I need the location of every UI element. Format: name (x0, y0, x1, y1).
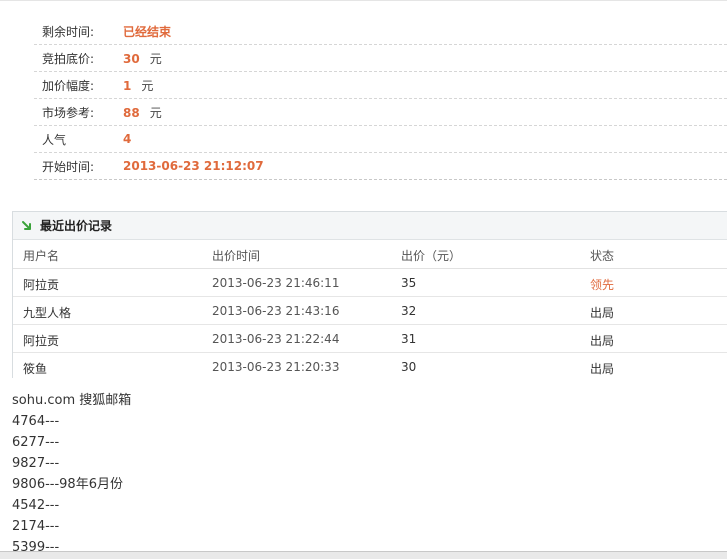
note-line: 6277--- (12, 435, 60, 450)
note-line: sohu.com 搜狐邮箱 (12, 393, 132, 408)
row-status: 出局 (590, 334, 615, 348)
row-price: 35 (401, 276, 417, 290)
info-row-remaining: 剩余时间: 已经结束 (34, 18, 727, 45)
row-time: 2013-06-23 21:46:11 (212, 276, 340, 290)
auction-info: 剩余时间: 已经结束 竞拍底价: 30 元 加价幅度: 1元 市场参考: 88 元 … (34, 18, 727, 180)
arrow-down-right-icon (21, 220, 33, 232)
bid-record-panel: 最近出价记录 用户名 出价时间 出价（元） 状态 阿拉贡 2013-06-23 … (12, 211, 727, 380)
top-divider (0, 0, 727, 1)
row-status: 出局 (590, 306, 615, 320)
info-label: 竞拍底价: (42, 51, 95, 66)
info-label: 加价幅度: (42, 78, 95, 93)
note-line: 4764--- (12, 414, 60, 429)
info-row-start-time: 开始时间: 2013-06-23 21:12:07 (34, 153, 727, 180)
row-user: 阿拉贡 (23, 278, 60, 292)
bid-record-title: 最近出价记录 (40, 219, 113, 233)
note-line: 9806---98年6月份 (12, 477, 123, 492)
info-unit: 元 (149, 105, 162, 120)
info-unit: 元 (149, 51, 162, 66)
row-user: 阿拉贡 (23, 334, 60, 348)
info-row-increment: 加价幅度: 1元 (34, 72, 727, 99)
table-row: 九型人格 2013-06-23 21:43:16 32 出局 (13, 297, 727, 325)
info-label: 开始时间: (42, 159, 95, 174)
row-price: 30 (401, 360, 417, 374)
info-value: 4 (123, 132, 132, 146)
info-row-popularity: 人气 4 (34, 126, 727, 153)
info-row-market-ref: 市场参考: 88 元 (34, 99, 727, 126)
info-label: 剩余时间: (42, 24, 95, 39)
info-label: 市场参考: (42, 105, 95, 120)
note-line: 9827--- (12, 456, 60, 471)
table-row: 阿拉贡 2013-06-23 21:22:44 31 出局 (13, 325, 727, 353)
row-time: 2013-06-23 21:22:44 (212, 332, 340, 346)
row-status: 出局 (590, 362, 615, 376)
info-value: 2013-06-23 21:12:07 (123, 159, 264, 173)
notes-block: sohu.com 搜狐邮箱 4764--- 6277--- 9827--- 98… (12, 390, 712, 558)
row-user: 九型人格 (23, 306, 72, 320)
row-status: 领先 (590, 278, 615, 292)
table-row: 筱鱼 2013-06-23 21:20:33 30 出局 (13, 353, 727, 380)
note-line: 4542--- (12, 498, 60, 513)
table-row: 阿拉贡 2013-06-23 21:46:11 35 领先 (13, 269, 727, 297)
column-header-time: 出价时间 (212, 249, 261, 263)
table-header: 用户名 出价时间 出价（元） 状态 (13, 240, 727, 269)
info-value: 30 元 (123, 51, 162, 66)
column-header-status: 状态 (590, 249, 615, 263)
info-value: 88 元 (123, 105, 162, 120)
bid-record-header: 最近出价记录 (13, 212, 727, 240)
info-value: 1元 (123, 78, 154, 93)
row-price: 32 (401, 304, 417, 318)
column-header-user: 用户名 (23, 249, 60, 263)
column-header-price: 出价（元） (401, 249, 462, 263)
info-label: 人气 (42, 132, 67, 147)
row-time: 2013-06-23 21:20:33 (212, 360, 340, 374)
info-unit: 元 (141, 78, 154, 93)
info-value: 已经结束 (123, 24, 172, 39)
row-time: 2013-06-23 21:43:16 (212, 304, 340, 318)
row-user: 筱鱼 (23, 362, 48, 376)
info-row-base-price: 竞拍底价: 30 元 (34, 45, 727, 72)
row-price: 31 (401, 332, 417, 346)
note-line: 2174--- (12, 519, 60, 534)
